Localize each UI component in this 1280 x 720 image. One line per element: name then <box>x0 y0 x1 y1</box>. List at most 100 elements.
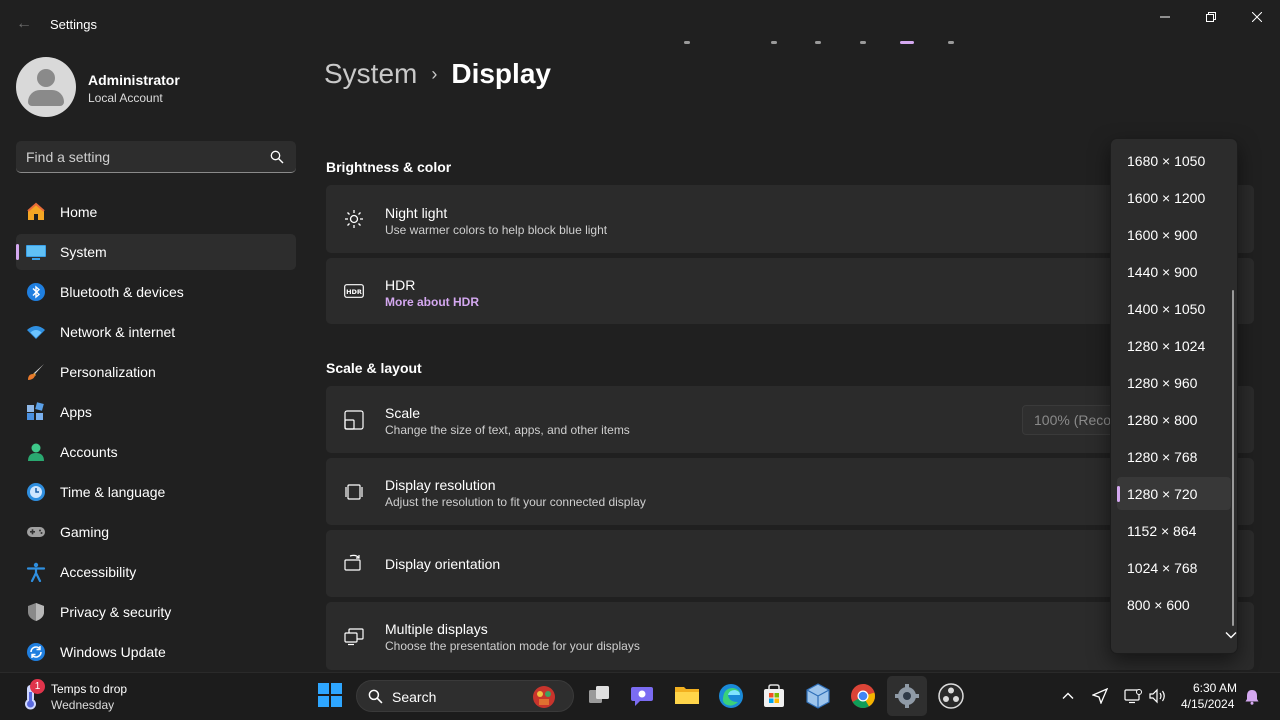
resolution-option[interactable]: 1024 × 768 <box>1117 551 1231 584</box>
windows-start-icon[interactable] <box>317 682 343 708</box>
sidebar-item-accessibility[interactable]: Accessibility <box>16 554 296 590</box>
display-resolution-subtitle: Adjust the resolution to fit your connec… <box>385 495 646 509</box>
search-input[interactable] <box>26 141 266 172</box>
search-highlight-icon <box>533 686 555 708</box>
avatar[interactable] <box>16 57 76 117</box>
clock-time[interactable]: 6:30 AM <box>1193 681 1237 695</box>
resolution-option[interactable]: 1152 × 864 <box>1117 514 1231 547</box>
sidebar-nav: Home System Bluetooth & devices Network … <box>16 194 296 674</box>
sidebar-item-time-language[interactable]: Time & language <box>16 474 296 510</box>
running-indicator <box>860 41 866 44</box>
location-icon[interactable] <box>1092 688 1108 704</box>
resolution-option[interactable]: 1600 × 1200 <box>1117 181 1231 214</box>
settings-search[interactable] <box>16 141 296 173</box>
settings-gear-icon[interactable] <box>894 683 920 709</box>
network-icon[interactable] <box>1124 688 1142 704</box>
clock-globe-icon <box>27 483 45 501</box>
running-indicator <box>815 41 821 44</box>
taskbar-search-label: Search <box>392 689 437 705</box>
sidebar-item-label: Gaming <box>60 524 110 540</box>
file-explorer-icon[interactable] <box>674 683 700 707</box>
resolution-option[interactable]: 1400 × 1050 <box>1117 292 1231 325</box>
sidebar-item-label: Time & language <box>60 484 166 500</box>
sidebar-item-label: Privacy & security <box>60 604 172 620</box>
resolution-option[interactable]: 1680 × 1050 <box>1117 144 1231 177</box>
weather-title[interactable]: Temps to drop <box>51 682 127 696</box>
resolution-option[interactable]: 1280 × 1024 <box>1117 329 1231 362</box>
close-button[interactable] <box>1234 6 1280 28</box>
orientation-icon <box>344 554 361 571</box>
running-indicator <box>771 41 777 44</box>
edge-icon[interactable] <box>718 683 744 709</box>
taskbar-search[interactable]: Search <box>356 680 574 712</box>
sidebar-item-label: Apps <box>60 404 92 420</box>
bluetooth-icon <box>27 283 45 301</box>
breadcrumb-parent[interactable]: System <box>324 58 417 90</box>
volume-icon[interactable] <box>1149 688 1167 704</box>
display-orientation-title: Display orientation <box>385 556 501 572</box>
brush-icon <box>28 364 44 380</box>
sidebar-item-label: Windows Update <box>60 644 166 660</box>
sidebar-item-gaming[interactable]: Gaming <box>16 514 296 550</box>
virtualbox-icon[interactable] <box>805 683 831 709</box>
sidebar-item-windows-update[interactable]: Windows Update <box>16 634 296 670</box>
hdr-link[interactable]: More about HDR <box>385 295 479 309</box>
title-bar: ← Settings <box>0 0 1280 48</box>
clock-date[interactable]: 4/15/2024 <box>1181 697 1234 711</box>
breadcrumb-separator: › <box>431 63 438 84</box>
search-icon <box>368 689 383 704</box>
apps-icon <box>27 402 44 420</box>
sidebar-item-system[interactable]: System <box>16 234 296 270</box>
back-button[interactable]: ← <box>12 12 36 36</box>
sidebar-item-home[interactable]: Home <box>16 194 296 230</box>
resolution-dropdown[interactable]: 1680 × 1050 1600 × 1200 1600 × 900 1440 … <box>1110 138 1238 654</box>
sidebar-item-personalization[interactable]: Personalization <box>16 354 296 390</box>
resolution-option-selected[interactable]: 1280 × 720 <box>1117 477 1231 510</box>
gamepad-icon <box>27 527 45 537</box>
resolution-option[interactable]: 1280 × 960 <box>1117 366 1231 399</box>
resolution-option[interactable]: 800 × 600 <box>1117 588 1231 621</box>
notification-badge: 1 <box>30 679 45 694</box>
resolution-option[interactable]: 1280 × 768 <box>1117 440 1231 473</box>
sidebar-item-label: Home <box>60 204 98 220</box>
home-icon <box>27 202 45 220</box>
minimize-button[interactable] <box>1142 6 1188 28</box>
sidebar-item-apps[interactable]: Apps <box>16 394 296 430</box>
close-icon <box>1252 12 1262 22</box>
hdr-title: HDR <box>385 277 416 293</box>
obs-icon[interactable] <box>938 683 964 709</box>
microsoft-store-icon[interactable] <box>761 683 787 709</box>
scale-subtitle: Change the size of text, apps, and other… <box>385 423 630 437</box>
sidebar-item-network[interactable]: Network & internet <box>16 314 296 350</box>
sidebar-item-label: Network & internet <box>60 324 176 340</box>
avatar-body <box>28 90 64 106</box>
sidebar-item-bluetooth[interactable]: Bluetooth & devices <box>16 274 296 310</box>
resolution-option[interactable]: 1600 × 900 <box>1117 218 1231 251</box>
svg-text:HDR: HDR <box>346 288 362 296</box>
scale-dropdown[interactable]: 100% (Recommended) <box>1022 405 1122 435</box>
sidebar-item-privacy[interactable]: Privacy & security <box>16 594 296 630</box>
task-view-icon[interactable] <box>587 684 611 708</box>
sidebar-item-label: Accounts <box>60 444 118 460</box>
teams-chat-icon[interactable] <box>630 684 656 708</box>
search-icon[interactable] <box>270 150 284 164</box>
resolution-option[interactable]: 1280 × 800 <box>1117 403 1231 436</box>
chrome-icon[interactable] <box>850 683 876 709</box>
account-type: Local Account <box>88 91 163 105</box>
sidebar-item-label: Accessibility <box>60 564 137 580</box>
dropdown-scrollbar[interactable] <box>1232 290 1234 626</box>
running-indicator <box>684 41 690 44</box>
maximize-button[interactable] <box>1188 6 1234 28</box>
minimize-icon <box>1160 16 1170 18</box>
chevron-down-icon[interactable] <box>1224 628 1238 642</box>
resolution-icon <box>345 484 363 500</box>
running-indicator <box>948 41 954 44</box>
sidebar-item-accounts[interactable]: Accounts <box>16 434 296 470</box>
night-light-subtitle: Use warmer colors to help block blue lig… <box>385 223 608 237</box>
resolution-option[interactable]: 1440 × 900 <box>1117 255 1231 288</box>
display-resolution-title: Display resolution <box>385 477 496 493</box>
chevron-up-icon[interactable] <box>1061 689 1075 703</box>
notification-bell-icon[interactable] <box>1245 689 1259 705</box>
wifi-icon <box>27 326 45 339</box>
user-name: Administrator <box>88 72 180 88</box>
